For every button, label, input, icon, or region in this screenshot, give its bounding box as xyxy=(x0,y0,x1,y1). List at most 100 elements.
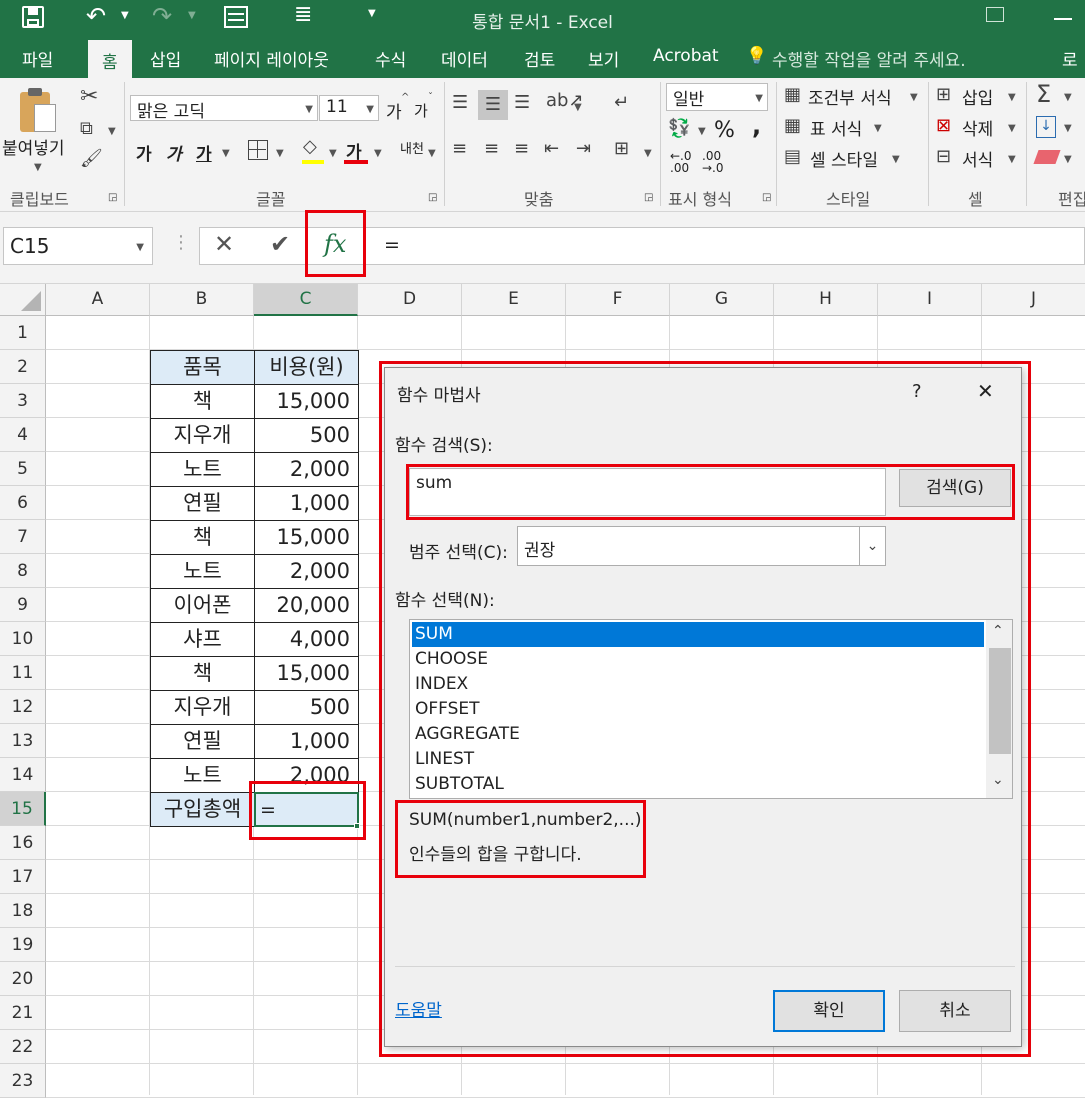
row-header-3[interactable]: 3 xyxy=(0,384,46,418)
percent-style-button[interactable]: % xyxy=(714,118,735,143)
clipboard-launcher-icon[interactable]: ◲ xyxy=(108,192,117,203)
table-cell-cost[interactable]: 15,000 xyxy=(254,520,359,555)
font-size-dropdown-icon[interactable]: ▼ xyxy=(366,104,374,115)
table-cell-cost[interactable]: 500 xyxy=(254,418,359,453)
table-cell-item[interactable]: 책 xyxy=(150,520,255,555)
column-header-e[interactable]: E xyxy=(462,284,566,316)
table-cell-item[interactable]: 노트 xyxy=(150,758,255,793)
cut-icon[interactable]: ✂ xyxy=(80,84,98,109)
ok-button[interactable]: 확인 xyxy=(773,990,885,1032)
name-box-dropdown-icon[interactable]: ▼ xyxy=(136,242,144,253)
row-header-19[interactable]: 19 xyxy=(0,928,46,962)
list-scrollbar[interactable]: ⌃ ⌄ xyxy=(986,620,1012,798)
tab-formulas[interactable]: 수식 xyxy=(375,46,406,71)
function-item-choose[interactable]: CHOOSE xyxy=(412,647,984,672)
fill-dropdown-icon[interactable]: ▼ xyxy=(1064,123,1072,134)
shrink-font-button[interactable]: 가 xyxy=(414,100,428,121)
cancel-entry-icon[interactable]: ✕ xyxy=(214,230,234,258)
formula-bar-grip-icon[interactable]: ⋮ xyxy=(172,232,190,253)
align-left-icon[interactable]: ≡ xyxy=(452,138,467,159)
row-header-15[interactable]: 15 xyxy=(0,792,46,826)
table-cell-item[interactable]: 이어폰 xyxy=(150,588,255,623)
table-cell-item[interactable]: 지우개 xyxy=(150,690,255,725)
conditional-format-button[interactable]: 조건부 서식 xyxy=(808,84,892,109)
delete-cells-button[interactable]: 삭제 xyxy=(962,115,993,140)
copy-icon[interactable]: ⧉ xyxy=(80,118,93,139)
accounting-dropdown-icon[interactable]: ▼ xyxy=(698,126,706,137)
accounting-format-icon[interactable]: 💱 xyxy=(668,118,690,139)
comma-style-button[interactable]: , xyxy=(752,112,761,140)
table-cell-item[interactable]: 노트 xyxy=(150,554,255,589)
scroll-thumb[interactable] xyxy=(989,648,1011,754)
autosum-dropdown-icon[interactable]: ▼ xyxy=(1064,92,1072,103)
decrease-indent-icon[interactable]: ⇤ xyxy=(544,138,559,159)
row-header-11[interactable]: 11 xyxy=(0,656,46,690)
align-top-icon[interactable]: ☰ xyxy=(452,92,468,113)
category-dropdown-icon[interactable]: ⌄ xyxy=(859,527,885,565)
header-item[interactable]: 품목 xyxy=(150,350,255,385)
table-cell-item[interactable]: 책 xyxy=(150,656,255,691)
table-cell-item[interactable]: 노트 xyxy=(150,452,255,487)
column-header-a[interactable]: A xyxy=(46,284,150,316)
tab-view[interactable]: 보기 xyxy=(588,46,619,71)
merge-center-icon[interactable]: ⊞ xyxy=(614,138,629,159)
increase-decimal-button[interactable]: ←.0.00 xyxy=(670,150,692,174)
total-label[interactable]: 구입총액 xyxy=(150,792,255,827)
table-cell-cost[interactable]: 15,000 xyxy=(254,656,359,691)
fill-color-dropdown-icon[interactable]: ▼ xyxy=(329,148,337,159)
phonetic-button[interactable]: 내천 xyxy=(400,138,424,157)
minimize-icon[interactable] xyxy=(1054,18,1072,20)
fill-color-icon[interactable]: ◇ xyxy=(303,136,317,157)
insert-cells-dropdown-icon[interactable]: ▼ xyxy=(1008,92,1016,103)
font-color-dropdown-icon[interactable]: ▼ xyxy=(374,148,382,159)
phonetic-dropdown-icon[interactable]: ▼ xyxy=(428,148,436,159)
table-cell-cost[interactable]: 4,000 xyxy=(254,622,359,657)
paste-icon[interactable] xyxy=(18,88,58,136)
increase-indent-icon[interactable]: ⇥ xyxy=(576,138,591,159)
row-header-1[interactable]: 1 xyxy=(0,316,46,350)
scroll-down-icon[interactable]: ⌄ xyxy=(992,772,1004,788)
row-header-8[interactable]: 8 xyxy=(0,554,46,588)
row-header-12[interactable]: 12 xyxy=(0,690,46,724)
function-item-offset[interactable]: OFFSET xyxy=(412,697,984,722)
borders-dropdown-icon[interactable]: ▼ xyxy=(276,148,284,159)
tab-home[interactable]: 홈 xyxy=(88,40,132,78)
help-button[interactable]: ? xyxy=(912,381,922,402)
font-name-dropdown-icon[interactable]: ▼ xyxy=(305,104,313,115)
row-header-18[interactable]: 18 xyxy=(0,894,46,928)
table-cell-item[interactable]: 책 xyxy=(150,384,255,419)
row-header-17[interactable]: 17 xyxy=(0,860,46,894)
user-name[interactable]: 로 xyxy=(1062,46,1078,71)
table-cell-cost[interactable]: 1,000 xyxy=(254,724,359,759)
close-icon[interactable]: ✕ xyxy=(977,379,994,403)
format-as-table-button[interactable]: 표 서식 xyxy=(810,115,862,140)
cancel-button[interactable]: 취소 xyxy=(899,990,1011,1032)
tab-insert[interactable]: 삽입 xyxy=(150,46,181,71)
format-cells-button[interactable]: 서식 xyxy=(962,146,993,171)
autosum-icon[interactable]: Σ xyxy=(1036,80,1051,108)
format-cells-dropdown-icon[interactable]: ▼ xyxy=(1008,154,1016,165)
column-header-g[interactable]: G xyxy=(670,284,774,316)
column-header-i[interactable]: I xyxy=(878,284,982,316)
table-cell-cost[interactable]: 15,000 xyxy=(254,384,359,419)
number-format-dropdown-icon[interactable]: ▼ xyxy=(755,93,763,104)
help-link[interactable]: 도움말 xyxy=(395,996,442,1021)
merge-dropdown-icon[interactable]: ▼ xyxy=(644,148,652,159)
number-format-combo[interactable]: 일반 ▼ xyxy=(666,83,768,111)
cell-styles-dropdown-icon[interactable]: ▼ xyxy=(892,154,900,165)
decrease-decimal-button[interactable]: .00 →.0 xyxy=(702,150,724,174)
name-box[interactable]: C15 ▼ xyxy=(3,227,153,265)
table-cell-item[interactable]: 연필 xyxy=(150,486,255,521)
underline-button[interactable]: 가 xyxy=(196,140,212,165)
row-header-7[interactable]: 7 xyxy=(0,520,46,554)
column-header-b[interactable]: B xyxy=(150,284,254,316)
number-launcher-icon[interactable]: ◲ xyxy=(762,192,771,203)
row-header-4[interactable]: 4 xyxy=(0,418,46,452)
row-header-22[interactable]: 22 xyxy=(0,1030,46,1064)
function-item-index[interactable]: INDEX xyxy=(412,672,984,697)
function-item-sum[interactable]: SUM xyxy=(412,622,984,647)
tab-page-layout[interactable]: 페이지 레이아웃 xyxy=(214,46,329,71)
format-as-table-dropdown-icon[interactable]: ▼ xyxy=(874,123,882,134)
row-header-13[interactable]: 13 xyxy=(0,724,46,758)
font-name-combo[interactable]: 맑은 고딕 ▼ xyxy=(130,95,318,122)
